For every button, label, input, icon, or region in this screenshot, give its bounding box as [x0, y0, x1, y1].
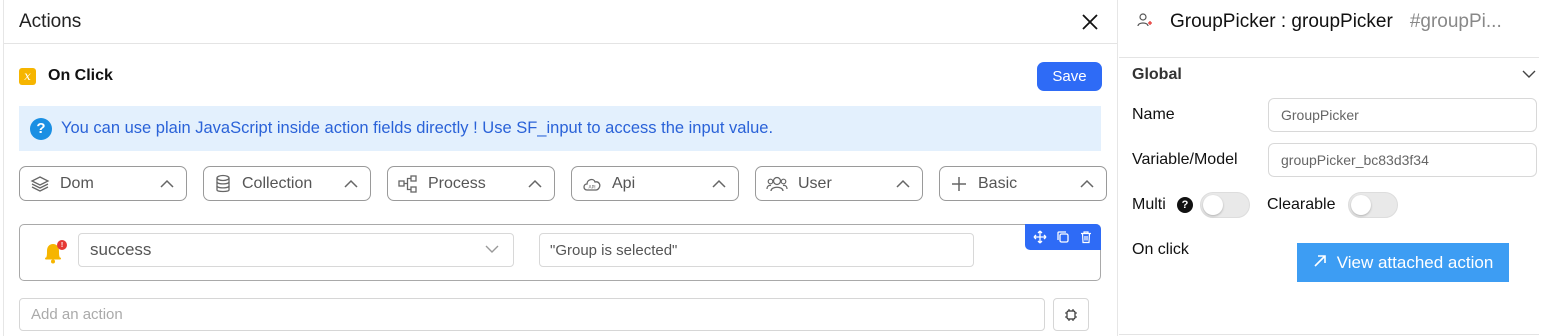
action-toolbar [1025, 224, 1101, 250]
clearable-toggle[interactable] [1348, 192, 1398, 218]
variable-label: Variable/Model [1132, 151, 1238, 168]
event-title: On Click [48, 67, 113, 84]
category-process[interactable]: Process [387, 166, 555, 201]
app-root: Actions x On Click Save ? You can use pl… [0, 0, 1549, 336]
plus-icon [950, 175, 968, 193]
users-icon [766, 175, 788, 193]
action-type-value: success [90, 240, 152, 259]
section-title: Global [1132, 66, 1182, 83]
event-icon: x [19, 67, 36, 85]
category-label: User [798, 174, 832, 192]
component-title: GroupPicker : groupPicker [1170, 11, 1393, 32]
layers-icon [30, 175, 50, 193]
category-label: Process [428, 174, 486, 192]
chevron-up-icon [344, 179, 358, 188]
info-text: You can use plain JavaScript inside acti… [61, 119, 774, 137]
external-arrow-icon [1313, 253, 1327, 273]
category-dom[interactable]: Dom [19, 166, 187, 201]
category-basic[interactable]: Basic [939, 166, 1107, 201]
move-icon[interactable] [1033, 230, 1047, 244]
chevron-up-icon [896, 179, 910, 188]
trash-icon[interactable] [1079, 230, 1093, 244]
chevron-up-icon [1080, 179, 1094, 188]
category-label: Api [612, 174, 636, 192]
category-user[interactable]: User [755, 166, 923, 201]
multi-toggle[interactable] [1200, 192, 1250, 218]
user-plus-icon [1137, 12, 1153, 33]
alert-badge: ! [57, 240, 67, 250]
action-message-input[interactable]: "Group is selected" [539, 233, 974, 267]
save-button[interactable]: Save [1037, 61, 1102, 91]
database-icon [214, 174, 232, 194]
chevron-up-icon [528, 179, 542, 188]
action-type-select[interactable]: success [78, 233, 514, 267]
flow-icon [398, 174, 418, 194]
actions-panel: Actions x On Click Save ? You can use pl… [3, 0, 1118, 336]
question-circle-icon: ? [30, 117, 52, 140]
chevron-up-icon [712, 179, 726, 188]
divider [1119, 57, 1539, 58]
chevron-down-icon [1522, 66, 1536, 84]
svg-text:API: API [589, 184, 596, 190]
clearable-label: Clearable [1267, 196, 1336, 213]
category-api[interactable]: API Api [571, 166, 739, 201]
variable-input[interactable]: groupPicker_bc83d3f34 [1268, 143, 1537, 177]
view-attached-action-label: View attached action [1336, 252, 1494, 272]
multi-label: Multi [1132, 196, 1166, 213]
category-collection[interactable]: Collection [203, 166, 371, 201]
add-action-input[interactable]: Add an action [19, 298, 1045, 331]
help-icon[interactable]: ? [1177, 197, 1193, 213]
section-global-header[interactable]: Global [1132, 66, 1536, 84]
component-id: #groupPi... [1409, 11, 1502, 32]
name-input[interactable]: GroupPicker [1268, 98, 1537, 132]
onclick-label: On click [1132, 241, 1189, 258]
actions-header: Actions [4, 0, 1117, 44]
properties-header: GroupPicker : groupPicker #groupPi... [1119, 0, 1549, 44]
copy-icon[interactable] [1056, 230, 1070, 244]
cloud-api-icon: API [582, 175, 602, 193]
category-label: Dom [60, 174, 94, 192]
close-icon[interactable] [1078, 10, 1102, 34]
bell-icon: ! [40, 239, 67, 265]
actions-title: Actions [19, 10, 82, 32]
view-attached-action-button[interactable]: View attached action [1297, 243, 1509, 282]
chevron-up-icon [160, 179, 174, 188]
category-label: Collection [242, 174, 313, 192]
info-banner: ? You can use plain JavaScript inside ac… [19, 106, 1101, 151]
name-label: Name [1132, 106, 1175, 123]
action-categories: Dom Collection Process API Api User Basi… [19, 166, 1107, 201]
action-item[interactable]: ! success "Group is selected" [19, 224, 1101, 281]
properties-panel: GroupPicker : groupPicker #groupPi... Gl… [1119, 0, 1549, 336]
chevron-down-icon [485, 241, 499, 259]
divider [1119, 334, 1539, 335]
event-row: x On Click Save [19, 61, 1102, 91]
chip-icon[interactable] [1053, 298, 1089, 331]
category-label: Basic [978, 174, 1018, 192]
